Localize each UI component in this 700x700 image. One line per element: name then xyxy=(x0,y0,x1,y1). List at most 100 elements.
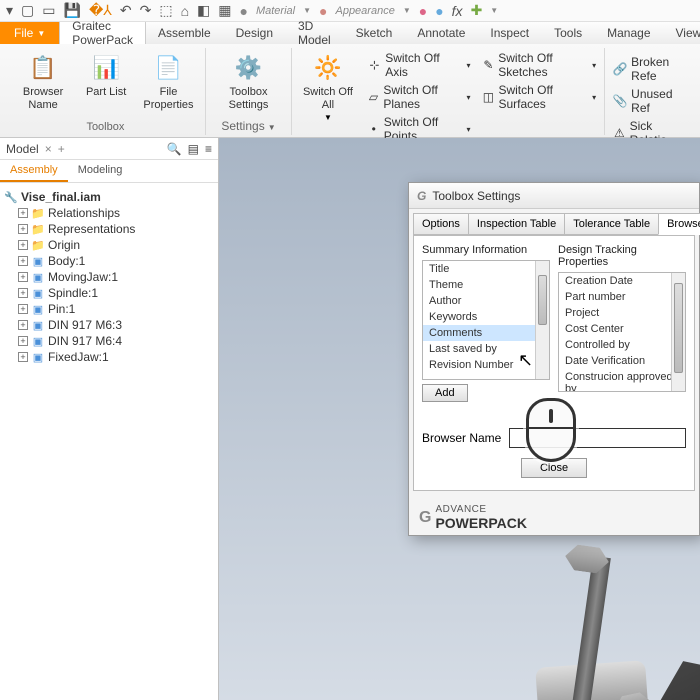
file-tab[interactable]: File▼ xyxy=(0,22,59,44)
qat-menu-icon[interactable]: ▾ xyxy=(6,2,13,19)
filter-icon[interactable]: ▤ xyxy=(188,142,199,156)
switch-off-planes[interactable]: ▱Switch Off Planes ▾ xyxy=(366,82,473,112)
new-icon[interactable]: ▢ xyxy=(21,2,34,19)
tab-tools[interactable]: Tools xyxy=(542,22,595,44)
list-item[interactable]: Title xyxy=(423,261,549,277)
tab-sketch[interactable]: Sketch xyxy=(344,22,406,44)
undo-icon[interactable]: ↶ xyxy=(120,2,132,19)
orb1-icon[interactable]: ● xyxy=(419,3,427,19)
tree-node[interactable]: +▣DIN 917 M6:3 xyxy=(4,317,214,333)
qat-more-icon[interactable]: ▼ xyxy=(490,6,498,15)
broken-refs[interactable]: 🔗Broken Refe xyxy=(611,54,688,84)
expand-icon[interactable]: + xyxy=(18,208,28,218)
search-icon[interactable]: 🔍 xyxy=(167,142,182,156)
tab-inspect[interactable]: Inspect xyxy=(478,22,542,44)
list-item[interactable]: Author xyxy=(423,293,549,309)
browser-name-button[interactable]: 📋Browser Name xyxy=(12,48,74,115)
file-properties-button[interactable]: 📄File Properties xyxy=(138,48,199,115)
material-dropdown-icon[interactable]: ▼ xyxy=(303,6,311,15)
appearance-dropdown-icon[interactable]: ▼ xyxy=(403,6,411,15)
browser-tab-assembly[interactable]: Assembly xyxy=(0,160,68,182)
plus-icon[interactable]: ✚ xyxy=(471,2,483,19)
switch-off-sketches[interactable]: ✎Switch Off Sketches ▾ xyxy=(480,50,598,80)
summary-listbox[interactable]: TitleThemeAuthorKeywordsCommentsLast sav… xyxy=(422,260,550,380)
group-label-settings[interactable]: Settings ▼ xyxy=(221,117,275,135)
fx-icon[interactable]: fx xyxy=(452,3,463,19)
tab-assemble[interactable]: Assemble xyxy=(146,22,224,44)
list-item[interactable]: Keywords xyxy=(423,309,549,325)
dialog-tab-options[interactable]: Options xyxy=(413,213,469,235)
tree-node[interactable]: +📁Representations xyxy=(4,221,214,237)
list-item[interactable]: Part number xyxy=(559,289,685,305)
dialog-tab-inspection[interactable]: Inspection Table xyxy=(468,213,565,235)
tab-manage[interactable]: Manage xyxy=(595,22,663,44)
expand-icon[interactable]: + xyxy=(18,272,28,282)
list-item[interactable]: Construcion approved by xyxy=(559,369,685,392)
expand-icon[interactable]: + xyxy=(18,304,28,314)
part-list-button[interactable]: 📊Part List xyxy=(82,48,130,103)
sphere-icon[interactable]: ● xyxy=(240,3,248,19)
tree-node[interactable]: +▣Pin:1 xyxy=(4,301,214,317)
list-item[interactable]: Project xyxy=(559,305,685,321)
open-icon[interactable]: ▭ xyxy=(42,2,55,19)
assembly-icon[interactable]: ▦ xyxy=(218,2,231,19)
scrollbar[interactable] xyxy=(671,273,685,391)
tree-node[interactable]: +▣FixedJaw:1 xyxy=(4,349,214,365)
expand-icon[interactable]: + xyxy=(18,288,28,298)
browser-add-icon[interactable]: + xyxy=(58,142,65,156)
save-icon[interactable]: 💾 xyxy=(64,2,81,19)
dialog-tab-browser-name[interactable]: Browser Name xyxy=(658,213,700,235)
tab-3d-model[interactable]: 3D Model xyxy=(286,22,344,44)
unused-refs[interactable]: 📎Unused Ref xyxy=(611,86,688,116)
tree-node[interactable]: +📁Relationships xyxy=(4,205,214,221)
orb2-icon[interactable]: ● xyxy=(435,3,443,19)
part-icon[interactable]: ◧ xyxy=(197,2,210,19)
list-item[interactable]: Date Verification xyxy=(559,353,685,369)
home-icon[interactable]: ⌂ xyxy=(181,3,189,19)
list-item[interactable]: Last saved by xyxy=(423,341,549,357)
tree-node[interactable]: +▣Body:1 xyxy=(4,253,214,269)
menu-icon[interactable]: ≡ xyxy=(205,142,212,156)
scrollbar-thumb[interactable] xyxy=(674,283,683,373)
expand-icon[interactable]: + xyxy=(18,256,28,266)
dialog-titlebar[interactable]: G Toolbox Settings xyxy=(409,183,699,209)
tree-node[interactable]: +▣Spindle:1 xyxy=(4,285,214,301)
switch-off-axis[interactable]: ⊹Switch Off Axis ▾ xyxy=(366,50,473,80)
tab-view[interactable]: View xyxy=(664,22,700,44)
tree-node[interactable]: +📁Origin xyxy=(4,237,214,253)
tab-graitec-powerpack[interactable]: Graitec PowerPack xyxy=(59,22,146,44)
switch-off-all-button[interactable]: 🔆Switch Off All▼ xyxy=(298,48,357,126)
tab-design[interactable]: Design xyxy=(224,22,286,44)
list-item[interactable]: Revision Number xyxy=(423,357,549,373)
scrollbar[interactable] xyxy=(535,261,549,379)
toolbox-settings-button[interactable]: ⚙️Toolbox Settings xyxy=(212,48,285,115)
expand-icon[interactable]: + xyxy=(18,336,28,346)
list-item[interactable]: Comments xyxy=(423,325,549,341)
scrollbar-thumb[interactable] xyxy=(538,275,547,325)
select-icon[interactable]: ⬚ xyxy=(159,2,172,19)
browser-tab-modeling[interactable]: Modeling xyxy=(68,160,133,182)
tree-node[interactable]: +▣MovingJaw:1 xyxy=(4,269,214,285)
toolbox-settings-dialog: G Toolbox Settings Options Inspection Ta… xyxy=(408,182,700,536)
list-item[interactable]: Controlled by xyxy=(559,337,685,353)
switch-off-surfaces[interactable]: ◫Switch Off Surfaces ▾ xyxy=(480,82,598,112)
list-item[interactable]: Cost Center xyxy=(559,321,685,337)
expand-icon[interactable]: + xyxy=(18,320,28,330)
app-icon[interactable]: �⅄ xyxy=(89,2,112,19)
dialog-tab-tolerance[interactable]: Tolerance Table xyxy=(564,213,659,235)
add-summary-button[interactable]: Add xyxy=(422,384,468,402)
expand-icon[interactable]: + xyxy=(18,224,28,234)
design-listbox[interactable]: Creation DatePart numberProjectCost Cent… xyxy=(558,272,686,392)
expand-icon[interactable]: + xyxy=(18,240,28,250)
browser-close-icon[interactable]: × xyxy=(45,142,52,156)
tree-root[interactable]: 🔧Vise_final.iam xyxy=(4,189,214,205)
appearance-sphere-icon[interactable]: ● xyxy=(319,3,327,19)
material-label[interactable]: Material xyxy=(256,5,295,17)
tree-node[interactable]: +▣DIN 917 M6:4 xyxy=(4,333,214,349)
redo-icon[interactable]: ↷ xyxy=(140,2,152,19)
tab-annotate[interactable]: Annotate xyxy=(405,22,478,44)
list-item[interactable]: Theme xyxy=(423,277,549,293)
list-item[interactable]: Creation Date xyxy=(559,273,685,289)
expand-icon[interactable]: + xyxy=(18,352,28,362)
appearance-label[interactable]: Appearance xyxy=(335,5,394,17)
